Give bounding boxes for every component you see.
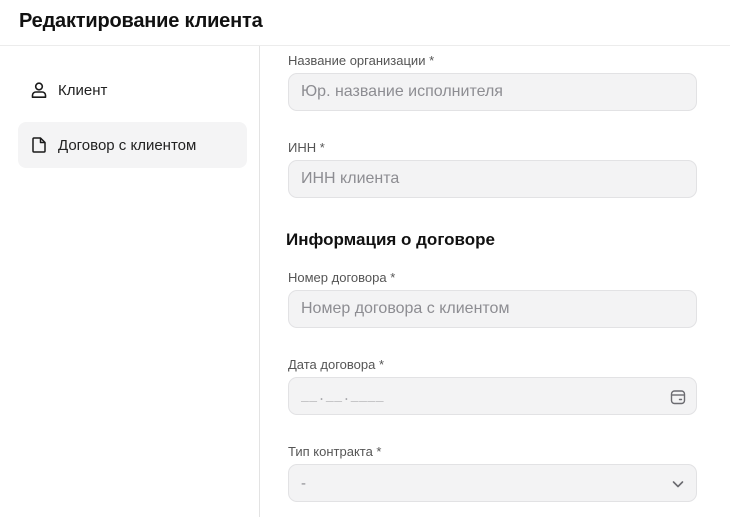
contract-number-input[interactable]: Номер договора с клиентом (288, 290, 697, 328)
sidebar-item-label: Договор с клиентом (58, 136, 197, 154)
calendar-icon[interactable] (668, 387, 687, 406)
contract-number-label: Номер договора * (288, 270, 396, 285)
contract-number-placeholder: Номер договора с клиентом (301, 300, 510, 317)
org-name-label: Название организации * (288, 53, 435, 68)
inn-input[interactable]: ИНН клиента (288, 160, 697, 198)
contract-type-selected: - (301, 474, 306, 492)
contract-date-input[interactable]: __.__.____ (288, 377, 697, 415)
org-name-input[interactable]: Юр. название исполнителя (288, 73, 697, 111)
contract-date-label: Дата договора * (288, 357, 385, 372)
contract-type-label: Тип контракта * (288, 444, 382, 459)
user-icon (30, 81, 48, 99)
page-header: Редактирование клиента (0, 0, 730, 46)
sidebar-item-contract[interactable]: Договор с клиентом (18, 122, 247, 168)
sidebar-item-client[interactable]: Клиент (18, 67, 247, 113)
page-title: Редактирование клиента (19, 10, 263, 32)
inn-placeholder: ИНН клиента (301, 170, 400, 187)
sidebar-item-label: Клиент (58, 81, 108, 99)
contract-date-mask: __.__.____ (301, 388, 385, 404)
inn-label: ИНН * (288, 140, 325, 155)
contract-section-title: Информация о договоре (286, 230, 496, 249)
org-name-placeholder: Юр. название исполнителя (301, 83, 503, 100)
document-icon (30, 136, 48, 154)
contract-type-select[interactable]: - (288, 464, 697, 502)
sidebar: Клиент Договор с клиентом (0, 46, 260, 517)
chevron-down-icon[interactable] (668, 474, 687, 493)
